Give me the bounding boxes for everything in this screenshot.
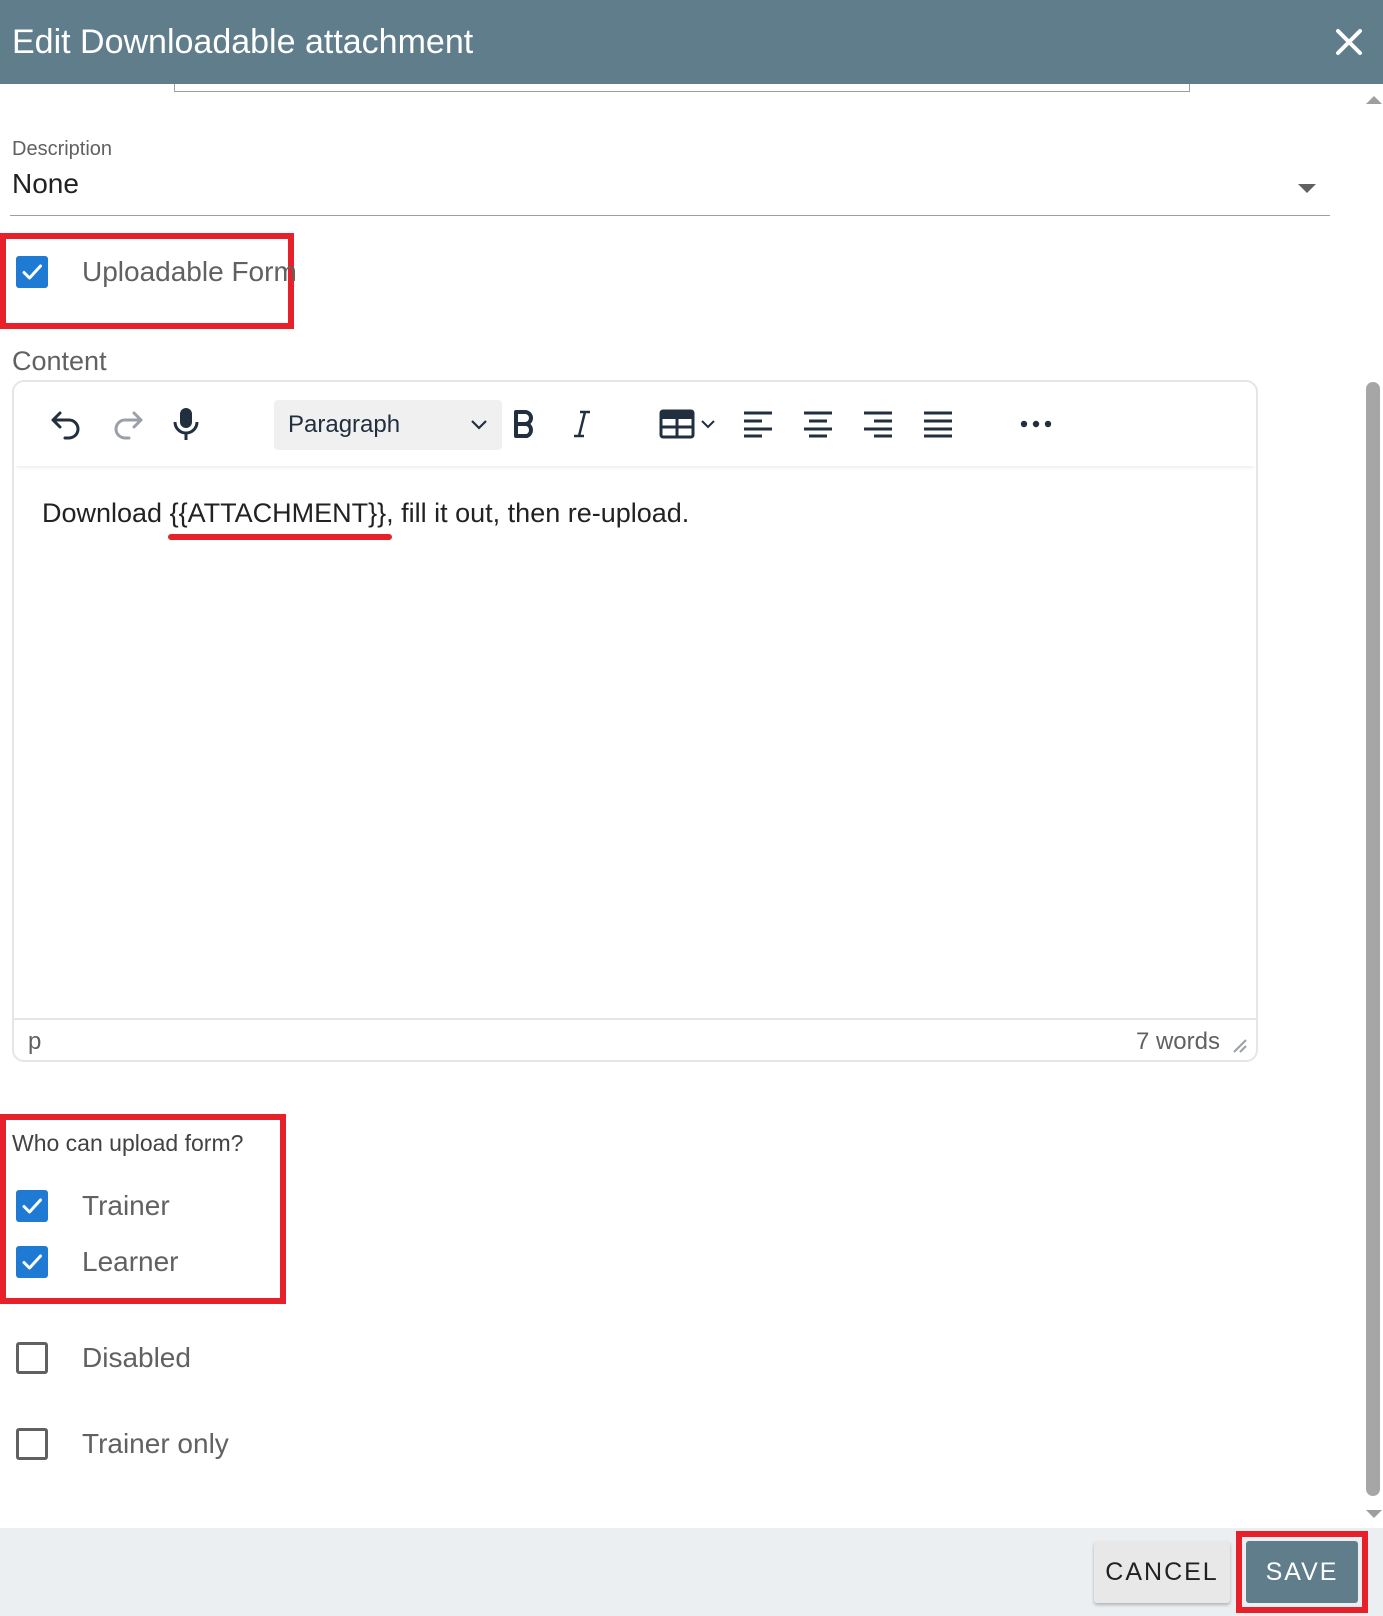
- uploadable-form-label: Uploadable Form: [82, 256, 297, 287]
- italic-button[interactable]: [560, 402, 604, 446]
- trainer-label: Trainer: [82, 1190, 170, 1221]
- redo-icon: [114, 411, 143, 440]
- disabled-label: Disabled: [82, 1342, 191, 1373]
- align-justify-icon: [924, 411, 952, 438]
- learner-checkbox[interactable]: Learner: [16, 1246, 179, 1278]
- undo-icon: [51, 411, 80, 440]
- rich-text-editor: Paragraph Download {{ATTACHMENT}}, fill …: [12, 380, 1258, 1062]
- more-icon: [1020, 420, 1052, 428]
- trainer-only-label: Trainer only: [82, 1428, 229, 1459]
- chevron-down-icon: [701, 420, 715, 429]
- align-center-icon: [804, 411, 832, 438]
- dropdown-arrow-icon[interactable]: [1298, 184, 1316, 193]
- scroll-down-arrow-icon[interactable]: [1366, 1510, 1382, 1518]
- cancel-button[interactable]: CANCEL: [1094, 1541, 1230, 1603]
- italic-icon: [574, 410, 590, 438]
- annotation-underline: [168, 534, 392, 540]
- scroll-up-arrow-icon[interactable]: [1366, 96, 1382, 104]
- element-path[interactable]: p: [28, 1028, 41, 1056]
- editor-statusbar: p 7 words: [14, 1018, 1256, 1062]
- dialog-title: Edit Downloadable attachment: [12, 23, 474, 61]
- bold-button[interactable]: [502, 402, 546, 446]
- align-left-icon: [744, 411, 772, 438]
- resize-handle-icon[interactable]: [1232, 1038, 1248, 1054]
- description-select[interactable]: None: [12, 168, 79, 200]
- title-field-edge: [174, 84, 1190, 92]
- uploadable-form-checkbox[interactable]: Uploadable Form: [16, 256, 297, 288]
- align-right-button[interactable]: [856, 402, 900, 446]
- voice-input-button[interactable]: [164, 402, 208, 446]
- editor-text[interactable]: Download {{ATTACHMENT}}, fill it out, th…: [42, 498, 689, 529]
- table-icon: [659, 409, 695, 439]
- editor-toolbar: Paragraph: [14, 382, 1256, 466]
- table-button[interactable]: [654, 402, 722, 446]
- undo-button[interactable]: [44, 402, 88, 446]
- redo-button[interactable]: [106, 402, 150, 446]
- align-right-icon: [864, 411, 892, 438]
- align-justify-button[interactable]: [916, 402, 960, 446]
- more-button[interactable]: [1014, 402, 1058, 446]
- checkbox-checked-icon[interactable]: [16, 1246, 48, 1278]
- close-icon[interactable]: [1329, 22, 1369, 62]
- align-left-button[interactable]: [736, 402, 780, 446]
- block-format-select[interactable]: Paragraph: [274, 400, 502, 450]
- checkbox-unchecked-icon[interactable]: [16, 1342, 48, 1374]
- upload-permissions-label: Who can upload form?: [12, 1130, 244, 1156]
- trainer-only-checkbox[interactable]: Trainer only: [16, 1428, 229, 1460]
- editor-content-area[interactable]: Download {{ATTACHMENT}}, fill it out, th…: [14, 466, 1256, 1018]
- trainer-checkbox[interactable]: Trainer: [16, 1190, 170, 1222]
- microphone-icon: [173, 408, 199, 440]
- checkbox-checked-icon[interactable]: [16, 256, 48, 288]
- scrollbar-thumb[interactable]: [1366, 382, 1380, 1496]
- word-count: 7 words: [1135, 1028, 1220, 1055]
- description-underline: [10, 215, 1330, 216]
- bold-icon: [514, 410, 533, 438]
- dialog-body: Description None Uploadable Form Content…: [0, 84, 1383, 1528]
- save-button[interactable]: SAVE: [1246, 1541, 1358, 1603]
- block-format-value: Paragraph: [288, 411, 401, 438]
- disabled-checkbox[interactable]: Disabled: [16, 1342, 191, 1374]
- content-label: Content: [12, 346, 107, 376]
- checkbox-checked-icon[interactable]: [16, 1190, 48, 1222]
- align-center-button[interactable]: [796, 402, 840, 446]
- learner-label: Learner: [82, 1246, 179, 1277]
- dialog-header: Edit Downloadable attachment: [0, 0, 1383, 84]
- checkbox-unchecked-icon[interactable]: [16, 1428, 48, 1460]
- chevron-down-icon: [471, 420, 487, 430]
- description-label: Description: [12, 138, 113, 160]
